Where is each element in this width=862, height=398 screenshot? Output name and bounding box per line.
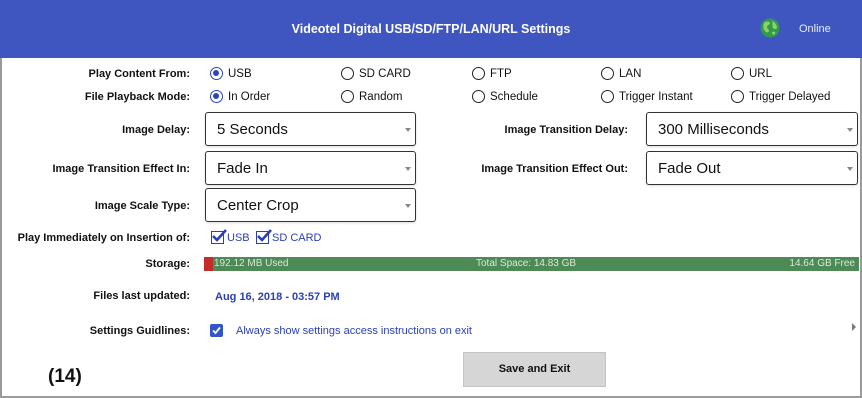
radio-mode-schedule[interactable]: Schedule: [472, 90, 538, 103]
dropdown-arrow-icon: [847, 128, 853, 132]
transition-delay-select[interactable]: 300 Milliseconds: [646, 112, 858, 146]
radio-content-sd-card[interactable]: SD CARD: [341, 67, 411, 80]
globe-icon: [760, 18, 780, 38]
storage-bar: 192.12 MB Used Total Space: 14.83 GB 14.…: [204, 257, 859, 271]
dropdown-arrow-icon: [405, 128, 411, 132]
storage-used-text: 192.12 MB Used: [214, 258, 289, 269]
guidelines-label: Settings Guidlines:: [89, 325, 190, 337]
save-and-exit-button[interactable]: Save and Exit: [463, 352, 606, 387]
effect-in-value: Fade In: [217, 160, 268, 177]
transition-delay-label: Image Transition Delay:: [504, 124, 628, 136]
play-on-insert-label: Play Immediately on Insertion of:: [17, 232, 190, 244]
radio-empty-icon: [601, 67, 614, 80]
radio-mode-random[interactable]: Random: [341, 90, 402, 103]
effect-out-label: Image Transition Effect Out:: [481, 163, 628, 175]
window-frame: [0, 0, 862, 398]
radio-mode-trigger-instant[interactable]: Trigger Instant: [601, 90, 693, 103]
dropdown-arrow-icon: [405, 167, 411, 171]
storage-total-text: Total Space: 14.83 GB: [476, 258, 577, 269]
scale-type-value: Center Crop: [217, 197, 299, 214]
checkbox-insert-sd-card[interactable]: SD CARD: [256, 229, 322, 244]
radio-content-usb[interactable]: USB: [210, 67, 252, 80]
radio-selected-icon: [210, 90, 223, 103]
effect-in-select[interactable]: Fade In: [205, 151, 416, 185]
radio-empty-icon: [341, 90, 354, 103]
radio-empty-icon: [731, 90, 744, 103]
checkbox-checked-icon: [211, 229, 227, 244]
scale-type-select[interactable]: Center Crop: [205, 188, 416, 222]
scroll-right-icon[interactable]: [852, 323, 856, 331]
image-delay-value: 5 Seconds: [217, 121, 288, 138]
page-title: Videotel Digital USB/SD/FTP/LAN/URL Sett…: [291, 22, 571, 36]
radio-mode-trigger-delayed[interactable]: Trigger Delayed: [731, 90, 830, 103]
figure-number: (14): [48, 366, 82, 387]
files-updated-label: Files last updated:: [93, 290, 190, 302]
scale-type-label: Image Scale Type:: [94, 200, 190, 212]
checkbox-checked-icon: [256, 229, 272, 244]
radio-content-ftp[interactable]: FTP: [472, 67, 512, 80]
storage-free-text: 14.64 GB Free: [789, 258, 855, 269]
storage-label: Storage:: [145, 258, 190, 270]
radio-empty-icon: [341, 67, 354, 80]
radio-content-url[interactable]: URL: [731, 67, 772, 80]
transition-delay-value: 300 Milliseconds: [658, 121, 769, 138]
guidelines-checkbox[interactable]: [210, 324, 223, 337]
effect-in-label: Image Transition Effect In:: [52, 163, 190, 175]
radio-empty-icon: [601, 90, 614, 103]
image-delay-select[interactable]: 5 Seconds: [205, 112, 416, 146]
storage-used-fill: [204, 257, 213, 271]
radio-mode-in-order[interactable]: In Order: [210, 90, 270, 103]
radio-content-lan[interactable]: LAN: [601, 67, 641, 80]
checkbox-insert-usb[interactable]: USB: [211, 229, 250, 244]
dropdown-arrow-icon: [847, 167, 853, 171]
guidelines-checkbox-label: Always show settings access instructions…: [236, 325, 472, 337]
radio-empty-icon: [731, 67, 744, 80]
play-content-label: Play Content From:: [88, 68, 190, 80]
effect-out-select[interactable]: Fade Out: [646, 151, 858, 185]
image-delay-label: Image Delay:: [122, 124, 190, 136]
radio-selected-icon: [210, 67, 223, 80]
dropdown-arrow-icon: [405, 204, 411, 208]
effect-out-value: Fade Out: [658, 160, 721, 177]
files-updated-value: Aug 16, 2018 - 03:57 PM: [215, 291, 340, 303]
radio-empty-icon: [472, 90, 485, 103]
playback-mode-label: File Playback Mode:: [84, 91, 190, 103]
header-bar: Videotel Digital USB/SD/FTP/LAN/URL Sett…: [0, 0, 862, 58]
status-online: Online: [799, 23, 831, 35]
checkmark-icon: [212, 326, 221, 335]
radio-empty-icon: [472, 67, 485, 80]
